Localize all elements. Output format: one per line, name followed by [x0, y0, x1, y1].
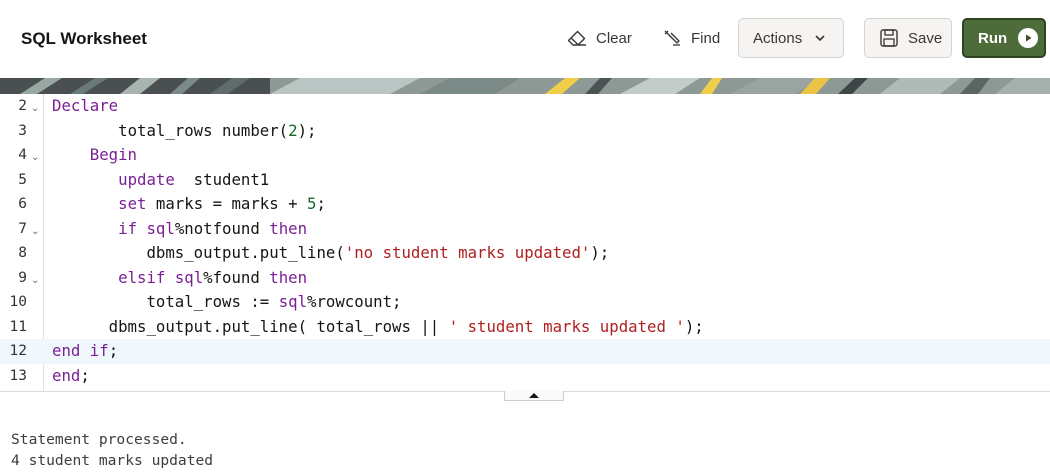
actions-label: Actions — [753, 29, 803, 47]
fold-chevron-icon[interactable]: ⌄ — [31, 226, 39, 238]
find-button[interactable]: Find — [661, 18, 720, 58]
code-line[interactable]: 9 ⌄ elsif sql%found then — [0, 266, 1050, 291]
code-text: if sql%notfound then — [118, 218, 308, 238]
clear-button[interactable]: Clear — [566, 18, 632, 58]
fold-chevron-icon[interactable]: ⌄ — [31, 103, 39, 115]
run-label: Run — [978, 29, 1008, 47]
code-text: update student1 — [118, 169, 270, 189]
output-line: Statement processed. — [11, 431, 187, 448]
decorative-banner — [0, 78, 1050, 94]
find-label: Find — [691, 29, 721, 47]
code-text: Begin — [89, 145, 138, 164]
run-button[interactable]: Run — [962, 18, 1046, 58]
code-line[interactable]: 3 total_rows number(2); — [0, 119, 1050, 144]
pane-splitter-handle[interactable] — [504, 391, 564, 401]
code-line[interactable]: 4 ⌄ Begin — [0, 143, 1050, 168]
code-text: total_rows number(2); — [118, 120, 317, 140]
line-number: 9 — [18, 269, 27, 286]
clear-label: Clear — [596, 29, 632, 47]
line-number: 3 — [18, 122, 27, 139]
chevron-down-icon — [814, 34, 826, 42]
line-number: 13 — [9, 367, 27, 384]
actions-menu-button[interactable]: Actions — [738, 18, 844, 58]
fold-chevron-icon[interactable]: ⌄ — [31, 152, 39, 164]
splitter-up-arrow-icon — [529, 393, 539, 398]
code-text: dbms_output.put_line( total_rows || ' st… — [108, 316, 704, 336]
code-text: set marks = marks + 5; — [118, 194, 326, 213]
code-line[interactable]: 10 total_rows := sql%rowcount; — [0, 290, 1050, 315]
code-text: end if; — [52, 341, 119, 360]
fold-chevron-icon[interactable]: ⌄ — [31, 275, 39, 287]
line-number: 11 — [9, 318, 27, 335]
code-line-active[interactable]: 12 end if; — [0, 339, 1050, 364]
worksheet-header: SQL Worksheet Clear Find Actions Save Ru… — [0, 0, 1050, 78]
line-number: 7 — [18, 220, 27, 237]
save-icon — [879, 28, 899, 48]
output-line: 4 student marks updated — [11, 452, 214, 469]
code-text: elsif sql%found then — [118, 267, 308, 287]
code-line[interactable]: 5 update student1 — [0, 168, 1050, 193]
line-number: 10 — [9, 294, 27, 310]
code-line[interactable]: 6 set marks = marks + 5; — [0, 192, 1050, 217]
code-text: end; — [52, 365, 90, 385]
play-circle-icon — [1018, 28, 1039, 48]
code-line[interactable]: 13 end; — [0, 364, 1050, 389]
line-number: 6 — [18, 196, 27, 212]
code-text: dbms_output.put_line('no student marks u… — [146, 243, 610, 262]
line-number: 8 — [18, 245, 27, 261]
code-text: total_rows := sql%rowcount; — [146, 292, 402, 311]
find-icon — [661, 27, 683, 49]
code-line[interactable]: 8 dbms_output.put_line('no student marks… — [0, 241, 1050, 266]
save-button[interactable]: Save — [864, 18, 952, 58]
save-label: Save — [908, 29, 943, 47]
line-number: 2 — [18, 98, 27, 114]
code-text: Declare — [52, 96, 119, 115]
script-output-panel: Statement processed. 4 student marks upd… — [0, 401, 1050, 476]
code-editor[interactable]: 2 ⌄ Declare 3 total_rows number(2); 4 ⌄ … — [0, 94, 1050, 392]
code-line[interactable]: 2 ⌄ Declare — [0, 94, 1050, 119]
eraser-icon — [566, 27, 588, 49]
line-number: 12 — [9, 343, 27, 359]
page-title: SQL Worksheet — [21, 29, 147, 48]
code-line[interactable]: 11 dbms_output.put_line( total_rows || '… — [0, 315, 1050, 340]
code-line[interactable]: 7 ⌄ if sql%notfound then — [0, 217, 1050, 242]
line-number: 4 — [18, 147, 27, 163]
line-number: 5 — [18, 171, 27, 188]
